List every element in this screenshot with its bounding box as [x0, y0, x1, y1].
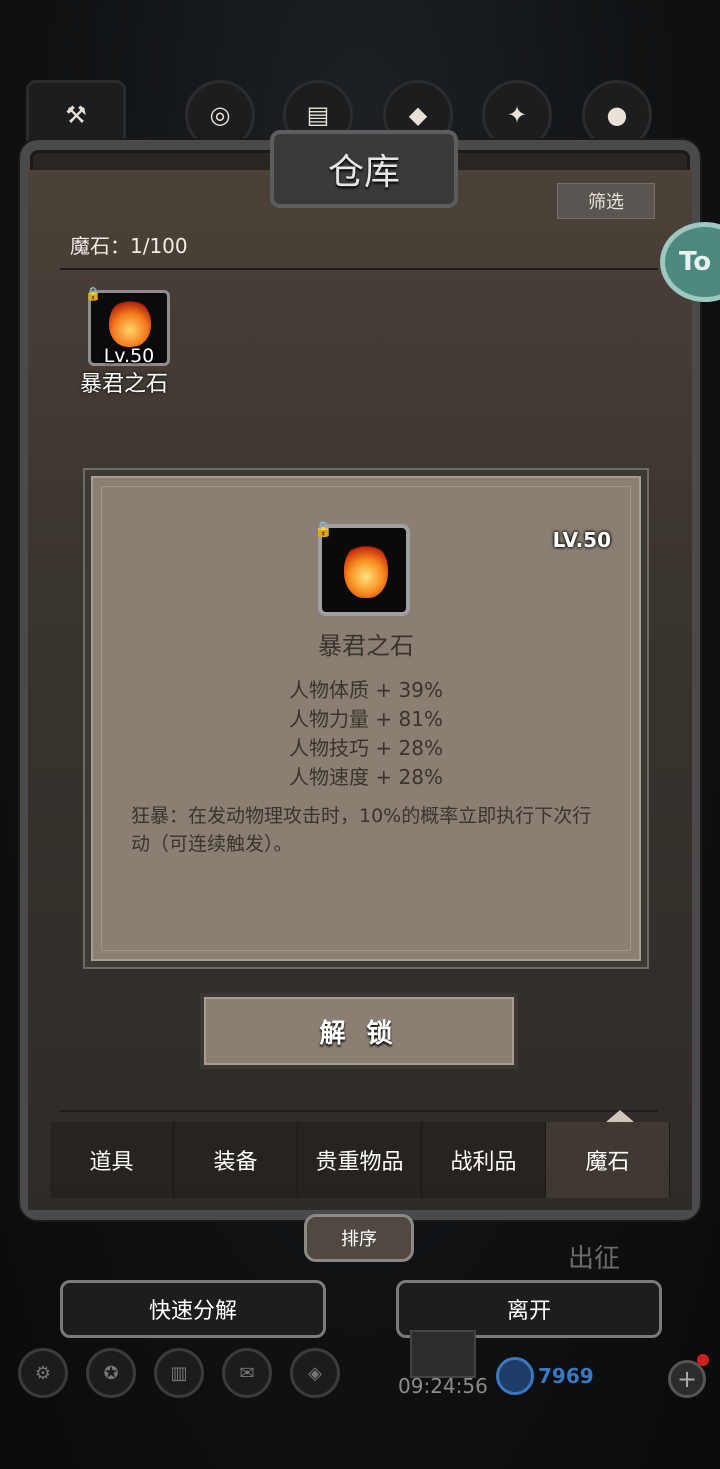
category-tabs: 道具 装备 贵重物品 战利品 魔石 [50, 1122, 670, 1198]
stat-line: 人物力量 + 81% [289, 707, 443, 731]
gem-count: 7969 [538, 1364, 594, 1388]
detail-item-name: 暴君之石 [318, 632, 414, 660]
guild-icon[interactable]: ▥ [154, 1348, 204, 1398]
flame-stone-icon [344, 542, 388, 598]
tab-equipment[interactable]: 装备 [174, 1122, 298, 1198]
effect-description: 狂暴：在发动物理攻击时，10%的概率立即执行下次行动（可连续触发）。 [131, 805, 592, 855]
flame-stone-icon [109, 299, 151, 347]
sort-button[interactable]: 排序 [304, 1214, 414, 1262]
quick-decompose-button[interactable]: 快速分解 [60, 1280, 326, 1338]
clock-time: 09:24:56 [398, 1374, 488, 1398]
badge-icon[interactable]: ✪ [86, 1348, 136, 1398]
background-expedition-label: 出征 [568, 1244, 621, 1274]
chest-icon[interactable] [410, 1330, 476, 1378]
settings-icon[interactable]: ⚙ [18, 1348, 68, 1398]
filter-button[interactable]: 筛选 [557, 183, 655, 219]
stat-list: 人物体质 + 39% 人物力量 + 81% 人物技巧 + 28% 人物速度 + … [91, 676, 641, 792]
slot-level: Lv.50 [103, 345, 155, 367]
tab-items[interactable]: 道具 [50, 1122, 174, 1198]
detail-level: LV.50 [552, 528, 611, 552]
map-icon[interactable]: ◈ [290, 1348, 340, 1398]
notification-dot [697, 1354, 709, 1366]
panel-title: 仓库 [270, 130, 458, 208]
mail-icon[interactable]: ✉ [222, 1348, 272, 1398]
tab-valuables[interactable]: 贵重物品 [298, 1122, 422, 1198]
stat-line: 人物速度 + 28% [289, 765, 443, 789]
item-count-label: 魔石：1/100 [70, 234, 188, 258]
unlock-button[interactable]: 解 锁 [200, 993, 518, 1069]
divider [60, 1110, 658, 1112]
lock-icon: 🔒 [314, 520, 333, 538]
detail-item-icon: 🔒 [314, 520, 410, 616]
stat-line: 人物体质 + 39% [289, 678, 443, 702]
gem-icon [496, 1357, 534, 1395]
divider [60, 268, 658, 270]
lock-icon: 🔒 [85, 287, 102, 302]
stat-line: 人物技巧 + 28% [289, 736, 443, 760]
slot-item-name: 暴君之石 [80, 372, 169, 397]
tab-loot[interactable]: 战利品 [422, 1122, 546, 1198]
item-detail-card: LV.50 🔒 暴君之石 人物体质 + 39% 人物力量 + 81% 人物技巧 … [85, 470, 647, 967]
active-tab-indicator [606, 1110, 634, 1122]
tab-magic-stone[interactable]: 魔石 [546, 1122, 670, 1198]
item-slot[interactable]: 🔒 Lv.50 [85, 287, 170, 367]
